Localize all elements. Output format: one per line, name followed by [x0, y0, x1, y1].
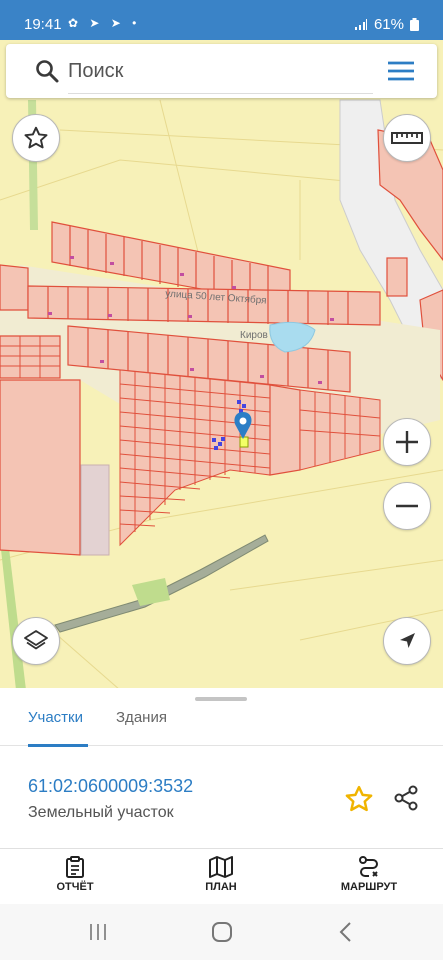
tab-parcels[interactable]: Участки: [28, 708, 88, 747]
zoom-out-button[interactable]: [383, 482, 431, 530]
ruler-button[interactable]: [383, 114, 431, 162]
cadastral-map[interactable]: улица 50 лет Октября Киров: [0, 40, 443, 690]
status-time: 19:41: [24, 16, 62, 33]
search-input[interactable]: [68, 54, 378, 88]
back-icon[interactable]: [338, 921, 354, 943]
tab-active-indicator: [28, 744, 88, 747]
layers-icon: [24, 630, 48, 650]
nav-report[interactable]: ОТЧЁТ: [20, 855, 130, 893]
bottom-navigation: ОТЧЁТ ПЛАН МАРШРУТ: [0, 848, 443, 904]
tabs-bar: Участки Здания: [0, 708, 443, 747]
menu-icon[interactable]: [387, 59, 415, 83]
notification-icons: ✿ ➤ ➤ •: [68, 16, 141, 30]
tab-buildings[interactable]: Здания: [116, 708, 176, 746]
nav-label: ПЛАН: [205, 881, 237, 893]
report-icon: [66, 856, 84, 878]
parcel-type: Земельный участок: [28, 804, 174, 821]
map-plan-icon: [209, 856, 233, 878]
minus-icon: [396, 504, 418, 508]
status-bar: 19:41 ✿ ➤ ➤ • 61%: [0, 0, 443, 40]
recent-apps-icon[interactable]: [88, 922, 108, 942]
navigation-arrow-icon: [400, 633, 415, 648]
nav-label: ОТЧЁТ: [56, 881, 94, 893]
parcel-card[interactable]: 61:02:0600009:3532 Земельный участок: [0, 760, 443, 846]
search-bar: [6, 44, 437, 98]
nav-label: МАРШРУТ: [340, 881, 398, 893]
plus-icon: [396, 431, 418, 453]
village-label: Киров: [240, 330, 268, 341]
signal-icon: [354, 18, 367, 30]
status-right: 61%: [354, 16, 419, 33]
battery-level: 61%: [373, 16, 404, 33]
sheet-drag-handle[interactable]: [195, 697, 247, 701]
layers-button[interactable]: [12, 617, 60, 665]
ruler-icon: [391, 132, 423, 144]
home-icon[interactable]: [211, 921, 233, 943]
route-icon: [359, 856, 378, 877]
tab-label: Здания: [116, 709, 167, 726]
cadastral-number[interactable]: 61:02:0600009:3532: [28, 776, 193, 797]
search-icon[interactable]: [34, 58, 60, 84]
system-navigation-bar: [0, 904, 443, 960]
star-icon[interactable]: [344, 784, 374, 814]
share-icon[interactable]: [392, 784, 420, 812]
search-underline: [68, 93, 373, 94]
my-location-button[interactable]: [383, 617, 431, 665]
tab-label: Участки: [28, 709, 83, 726]
battery-icon: [410, 18, 419, 31]
nav-route[interactable]: МАРШРУТ: [314, 855, 424, 893]
star-outline-icon: [24, 126, 48, 149]
favorites-button[interactable]: [12, 114, 60, 162]
zoom-in-button[interactable]: [383, 418, 431, 466]
map-view[interactable]: улица 50 лет Октября Киров: [0, 40, 443, 690]
nav-plan[interactable]: ПЛАН: [166, 855, 276, 893]
